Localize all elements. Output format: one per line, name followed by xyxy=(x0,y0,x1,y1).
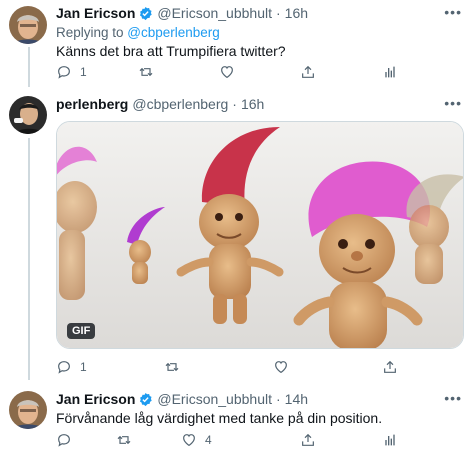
tweet-text: Förvånande låg värdighet med tanke på di… xyxy=(56,410,383,426)
tweet-text: Känns det bra att Trumpifiera twitter? xyxy=(56,43,286,59)
share-button[interactable] xyxy=(300,432,316,448)
action-bar: 1 xyxy=(56,64,416,82)
tweet-1[interactable]: Jan Ericson @Ericson_ubbhult · 16h ••• R… xyxy=(0,0,472,87)
reply-button[interactable]: 1 xyxy=(56,64,87,80)
action-bar: 4 xyxy=(56,432,416,450)
avatar[interactable] xyxy=(9,6,47,44)
share-button[interactable] xyxy=(300,64,316,80)
author-name[interactable]: Jan Ericson xyxy=(56,391,135,407)
author-handle[interactable]: @cbperlenberg xyxy=(132,96,228,112)
tweet-header: Jan Ericson @Ericson_ubbhult · 16h xyxy=(56,5,308,21)
timestamp[interactable]: 14h xyxy=(285,391,308,407)
gif-badge: GIF xyxy=(67,323,96,339)
thread-line xyxy=(28,47,30,87)
separator-dot: · xyxy=(232,96,237,112)
more-icon[interactable]: ••• xyxy=(444,390,462,406)
separator-dot: · xyxy=(276,5,281,21)
retweet-icon xyxy=(164,359,180,375)
action-bar: 1 xyxy=(56,359,416,377)
timestamp[interactable]: 16h xyxy=(241,96,264,112)
verified-icon xyxy=(138,6,153,21)
author-name[interactable]: Jan Ericson xyxy=(56,5,135,21)
gif-media[interactable]: GIF xyxy=(56,121,464,349)
author-handle[interactable]: @Ericson_ubbhult xyxy=(157,5,272,21)
reply-count: 1 xyxy=(80,360,87,374)
replying-to: Replying to @cbperlenberg xyxy=(56,25,220,40)
retweet-button[interactable] xyxy=(138,64,162,80)
analytics-icon xyxy=(382,432,398,448)
share-icon xyxy=(300,432,316,448)
retweet-icon xyxy=(138,64,154,80)
like-button[interactable]: 4 xyxy=(181,432,212,448)
retweet-button[interactable] xyxy=(164,359,188,375)
share-icon xyxy=(300,64,316,80)
more-icon[interactable]: ••• xyxy=(444,4,462,20)
like-button[interactable] xyxy=(219,64,243,80)
timestamp[interactable]: 16h xyxy=(285,5,308,21)
reply-icon xyxy=(56,359,72,375)
retweet-button[interactable] xyxy=(116,432,140,448)
avatar[interactable] xyxy=(9,391,47,429)
share-button[interactable] xyxy=(382,359,398,375)
reply-button[interactable] xyxy=(56,432,80,448)
replying-to-label: Replying to xyxy=(56,25,128,40)
replying-to-handle[interactable]: @cbperlenberg xyxy=(127,25,220,40)
share-icon xyxy=(382,359,398,375)
like-icon xyxy=(219,64,235,80)
separator-dot: · xyxy=(276,391,281,407)
like-button[interactable] xyxy=(273,359,297,375)
reply-button[interactable]: 1 xyxy=(56,359,87,375)
analytics-button[interactable] xyxy=(382,64,398,80)
tweet-header: Jan Ericson @Ericson_ubbhult · 14h xyxy=(56,391,308,407)
author-name[interactable]: perlenberg xyxy=(56,96,128,112)
tweet-2[interactable]: perlenberg @cbperlenberg · 16h ••• GIF 1 xyxy=(0,85,472,380)
avatar[interactable] xyxy=(9,96,47,134)
verified-icon xyxy=(138,392,153,407)
tweet-3[interactable]: Jan Ericson @Ericson_ubbhult · 14h ••• F… xyxy=(0,380,472,455)
reply-count: 1 xyxy=(80,65,87,79)
reply-icon xyxy=(56,64,72,80)
like-count: 4 xyxy=(205,433,212,447)
retweet-icon xyxy=(116,432,132,448)
thread-line xyxy=(28,138,30,380)
analytics-icon xyxy=(382,64,398,80)
tweet-header: perlenberg @cbperlenberg · 16h xyxy=(56,96,264,112)
like-icon xyxy=(273,359,289,375)
troll-dolls-image xyxy=(57,122,463,348)
author-handle[interactable]: @Ericson_ubbhult xyxy=(157,391,272,407)
like-icon xyxy=(181,432,197,448)
reply-icon xyxy=(56,432,72,448)
more-icon[interactable]: ••• xyxy=(444,95,462,111)
analytics-button[interactable] xyxy=(382,432,398,448)
